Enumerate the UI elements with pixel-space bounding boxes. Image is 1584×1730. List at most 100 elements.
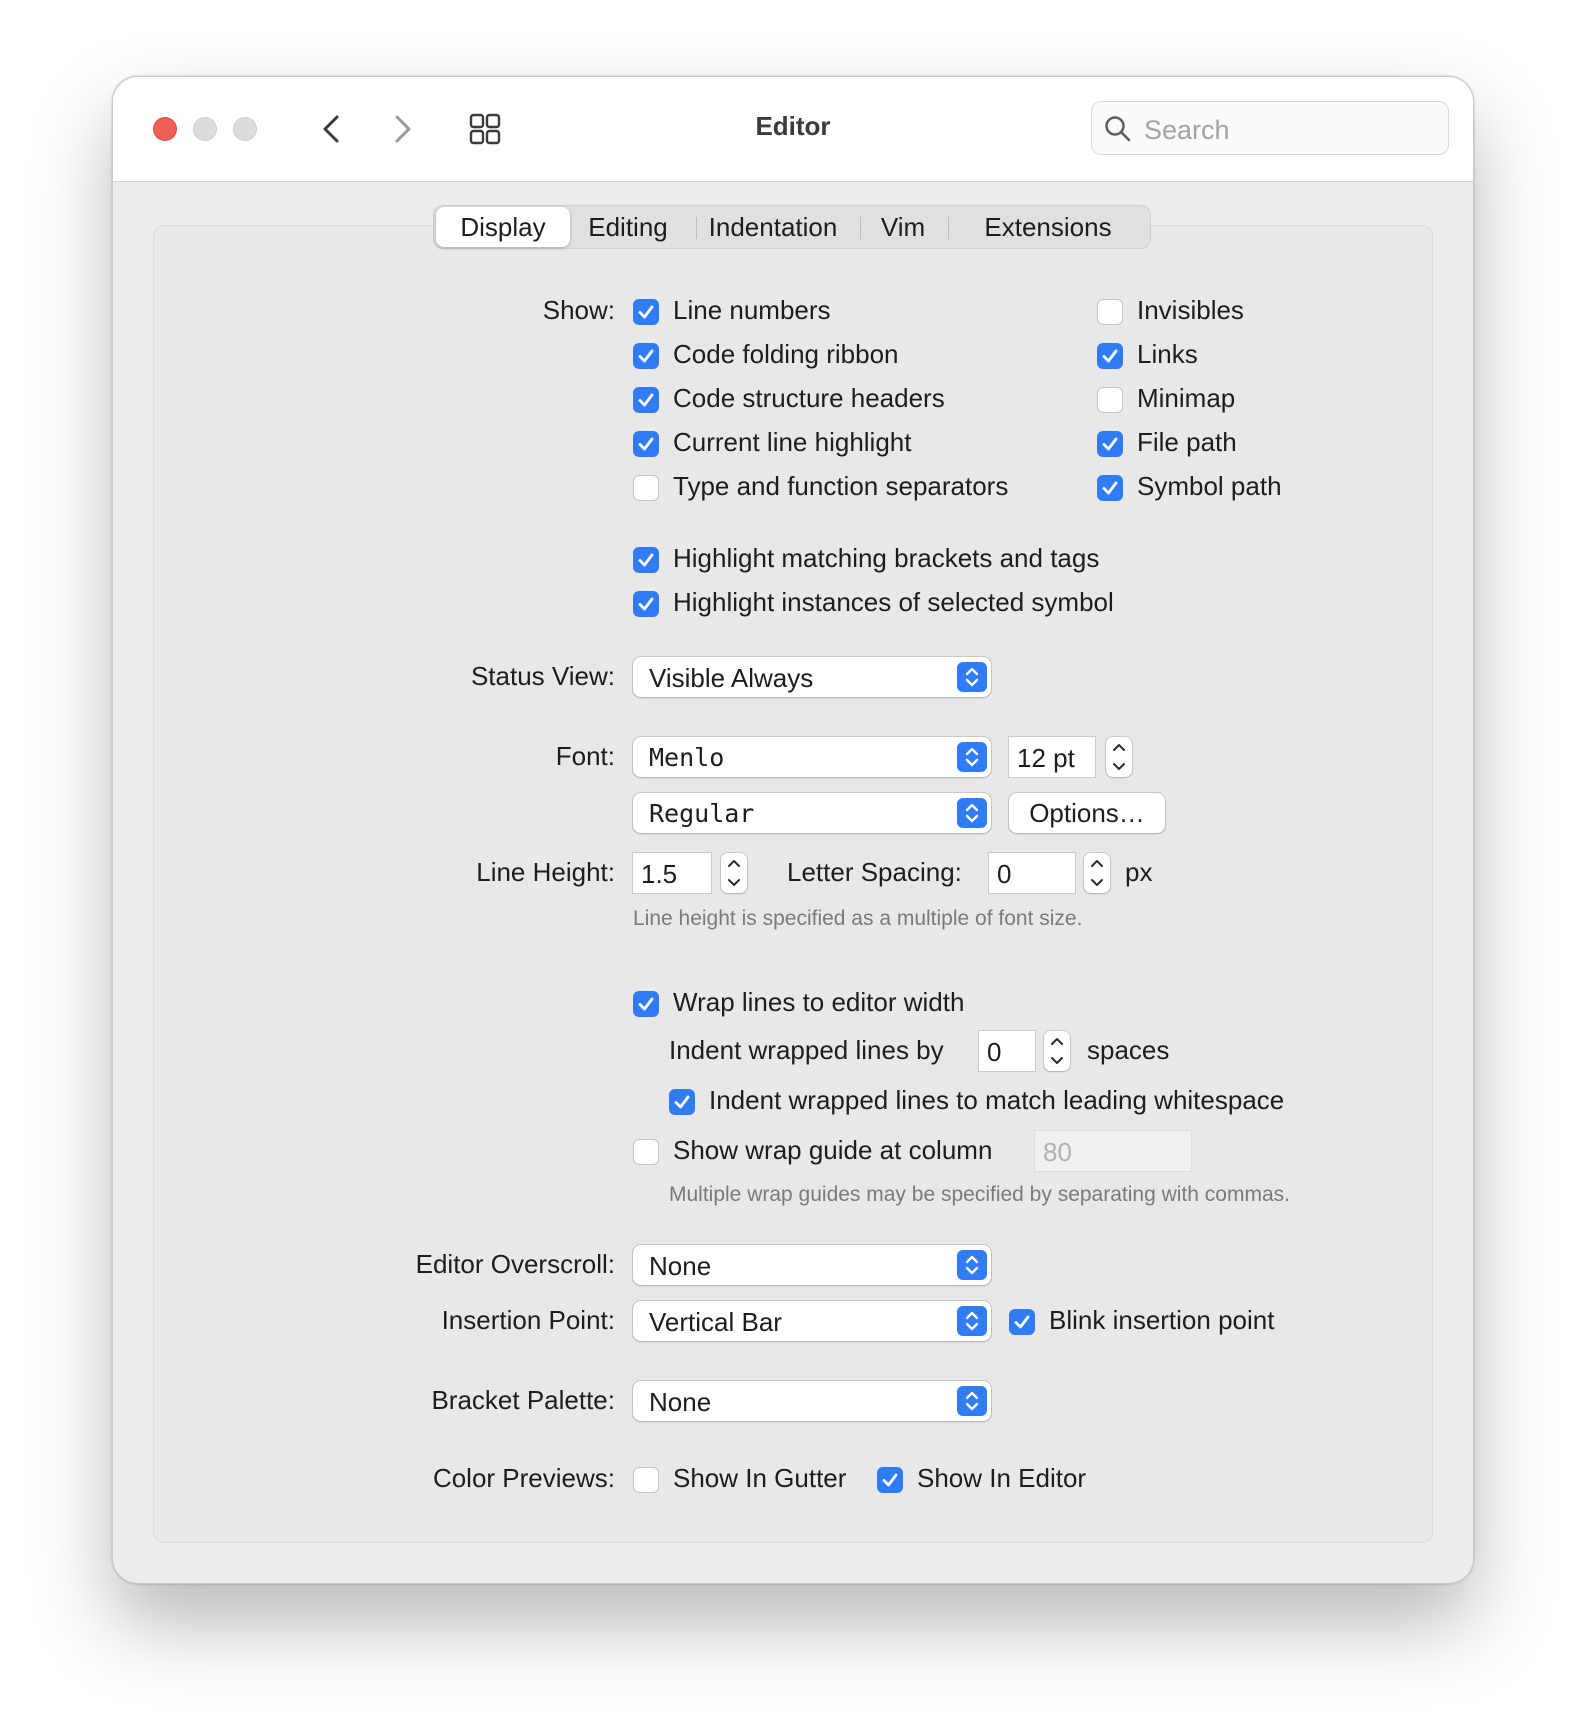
checkbox-file-path[interactable] bbox=[1097, 431, 1123, 457]
color-previews-label: Color Previews: bbox=[432, 1463, 615, 1493]
line-height-stepper[interactable] bbox=[721, 853, 747, 893]
letter-spacing-unit: px bbox=[1125, 857, 1153, 887]
checkbox-highlight-brackets[interactable] bbox=[633, 547, 659, 573]
wrap-guide-hint: Multiple wrap guides may be specified by… bbox=[669, 1183, 1290, 1206]
checkbox-links[interactable] bbox=[1097, 343, 1123, 369]
checkbox-symbol-path[interactable] bbox=[1097, 475, 1123, 501]
font-size-field[interactable]: 12 pt bbox=[1009, 737, 1095, 777]
letter-spacing-value: 0 bbox=[997, 859, 1012, 889]
wrap-guide-column-placeholder: 80 bbox=[1043, 1137, 1072, 1167]
popup-arrows-icon bbox=[957, 798, 987, 828]
checkbox-invisibles[interactable] bbox=[1097, 299, 1123, 325]
tab-indentation[interactable]: Indentation bbox=[698, 206, 848, 248]
font-family-popup[interactable]: Menlo bbox=[633, 737, 991, 777]
show-label: Show: bbox=[542, 295, 615, 325]
checkbox-wrap-guide[interactable] bbox=[633, 1139, 659, 1165]
preferences-window: Editor Search Display Editing Indentatio… bbox=[112, 76, 1474, 1584]
line-height-hint: Line height is specified as a multiple o… bbox=[633, 907, 1083, 930]
tab-divider bbox=[860, 217, 861, 239]
search-field[interactable]: Search bbox=[1091, 101, 1449, 155]
tab-vim[interactable]: Vim bbox=[862, 206, 944, 248]
bracket-palette-label: Bracket Palette: bbox=[431, 1385, 615, 1415]
current-line-highlight-label: Current line highlight bbox=[673, 427, 912, 457]
editor-overscroll-value: None bbox=[649, 1251, 712, 1281]
checkbox-type-function-separators[interactable] bbox=[633, 475, 659, 501]
stepper-arrows-icon bbox=[1091, 860, 1103, 886]
checkbox-code-structure-headers[interactable] bbox=[633, 387, 659, 413]
checkbox-match-leading-whitespace[interactable] bbox=[669, 1089, 695, 1115]
popup-arrows-icon bbox=[957, 662, 987, 692]
show-in-editor-label: Show In Editor bbox=[917, 1463, 1087, 1493]
type-function-separators-label: Type and function separators bbox=[673, 471, 1009, 501]
blink-insertion-point-label: Blink insertion point bbox=[1049, 1305, 1275, 1335]
checkmark-icon bbox=[638, 597, 654, 611]
bracket-palette-value: None bbox=[649, 1387, 712, 1417]
checkbox-wrap-lines[interactable] bbox=[633, 991, 659, 1017]
checkbox-line-numbers[interactable] bbox=[633, 299, 659, 325]
checkmark-icon bbox=[674, 1095, 690, 1109]
checkmark-icon bbox=[638, 437, 654, 451]
status-view-value: Visible Always bbox=[649, 663, 814, 693]
tab-bar: Display Editing Indentation Vim Extensio… bbox=[433, 205, 1151, 249]
checkmark-icon bbox=[638, 553, 654, 567]
stepper-arrows-icon bbox=[1113, 744, 1125, 770]
code-structure-headers-label: Code structure headers bbox=[673, 383, 945, 413]
popup-arrows-icon bbox=[957, 1386, 987, 1416]
stepper-arrows-icon bbox=[728, 860, 740, 886]
stepper-arrows-icon bbox=[1051, 1038, 1063, 1064]
show-in-gutter-label: Show In Gutter bbox=[673, 1463, 847, 1493]
line-height-label: Line Height: bbox=[476, 857, 615, 887]
symbol-path-label: Symbol path bbox=[1137, 471, 1282, 501]
indent-wrapped-unit: spaces bbox=[1087, 1035, 1170, 1065]
minimap-label: Minimap bbox=[1137, 383, 1236, 413]
checkbox-show-in-editor[interactable] bbox=[877, 1467, 903, 1493]
highlight-brackets-label: Highlight matching brackets and tags bbox=[673, 543, 1100, 573]
status-view-popup[interactable]: Visible Always bbox=[633, 657, 991, 697]
wrap-lines-label: Wrap lines to editor width bbox=[673, 987, 965, 1017]
match-leading-whitespace-label: Indent wrapped lines to match leading wh… bbox=[709, 1085, 1285, 1115]
checkmark-icon bbox=[1102, 437, 1118, 451]
letter-spacing-field[interactable]: 0 bbox=[989, 853, 1075, 893]
popup-arrows-icon bbox=[957, 1250, 987, 1280]
checkmark-icon bbox=[638, 349, 654, 363]
editor-overscroll-popup[interactable]: None bbox=[633, 1245, 991, 1285]
indent-wrapped-label: Indent wrapped lines by bbox=[669, 1035, 944, 1065]
checkmark-icon bbox=[638, 997, 654, 1011]
checkmark-icon bbox=[638, 393, 654, 407]
editor-overscroll-label: Editor Overscroll: bbox=[415, 1249, 615, 1279]
insertion-point-popup[interactable]: Vertical Bar bbox=[633, 1301, 991, 1341]
title-bar: Editor Search bbox=[113, 77, 1473, 182]
highlight-symbol-instances-label: Highlight instances of selected symbol bbox=[673, 587, 1114, 617]
line-height-field[interactable]: 1.5 bbox=[633, 853, 711, 893]
tab-editing[interactable]: Editing bbox=[570, 206, 686, 248]
checkbox-blink-insertion-point[interactable] bbox=[1009, 1309, 1035, 1335]
checkmark-icon bbox=[638, 305, 654, 319]
checkbox-minimap[interactable] bbox=[1097, 387, 1123, 413]
line-height-value: 1.5 bbox=[641, 859, 678, 889]
checkbox-current-line-highlight[interactable] bbox=[633, 431, 659, 457]
tab-extensions[interactable]: Extensions bbox=[950, 206, 1146, 248]
checkbox-highlight-symbol-instances[interactable] bbox=[633, 591, 659, 617]
popup-arrows-icon bbox=[957, 742, 987, 772]
font-weight-popup[interactable]: Regular bbox=[633, 793, 991, 833]
bracket-palette-popup[interactable]: None bbox=[633, 1381, 991, 1421]
font-size-stepper[interactable] bbox=[1106, 737, 1132, 777]
font-weight-value: Regular bbox=[649, 799, 755, 828]
tab-divider bbox=[696, 217, 697, 239]
font-options-button[interactable]: Options… bbox=[1009, 793, 1165, 833]
wrap-guide-column-field[interactable]: 80 bbox=[1035, 1131, 1191, 1171]
checkmark-icon bbox=[1102, 349, 1118, 363]
code-folding-ribbon-label: Code folding ribbon bbox=[673, 339, 899, 369]
tab-display[interactable]: Display bbox=[436, 207, 570, 247]
search-placeholder: Search bbox=[1144, 115, 1230, 145]
checkbox-show-in-gutter[interactable] bbox=[633, 1467, 659, 1493]
letter-spacing-stepper[interactable] bbox=[1084, 853, 1110, 893]
font-family-value: Menlo bbox=[649, 743, 725, 772]
search-icon bbox=[1105, 116, 1131, 142]
indent-wrapped-field[interactable]: 0 bbox=[979, 1031, 1035, 1071]
insertion-point-label: Insertion Point: bbox=[441, 1305, 615, 1335]
indent-wrapped-stepper[interactable] bbox=[1044, 1031, 1070, 1071]
checkbox-code-folding-ribbon[interactable] bbox=[633, 343, 659, 369]
checkmark-icon bbox=[1014, 1315, 1030, 1329]
tab-divider bbox=[948, 217, 949, 239]
